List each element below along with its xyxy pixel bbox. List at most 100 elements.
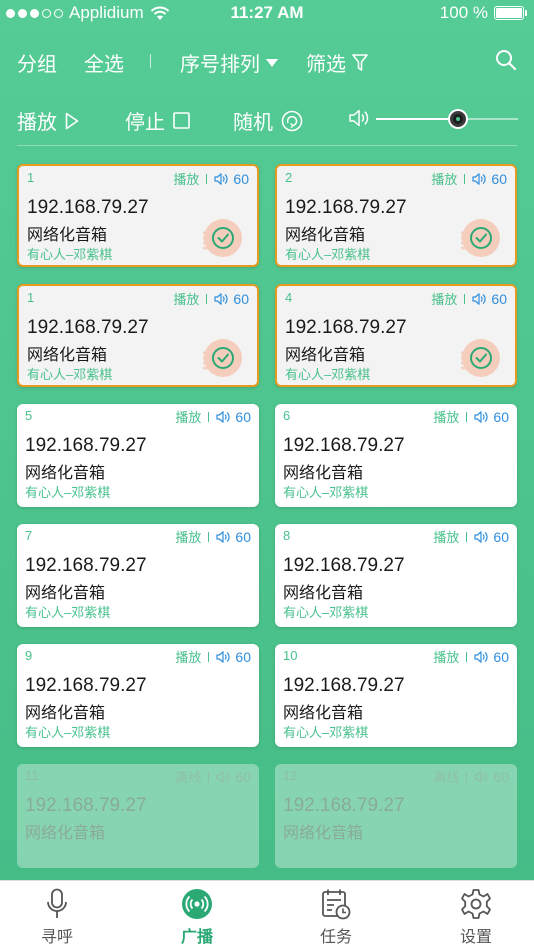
device-status: 播放 60 [175,407,251,426]
tab-settings-label: 设置 [459,929,492,946]
tab-paging[interactable]: 寻呼 [12,887,102,947]
device-number: 12 [283,768,298,783]
device-card[interactable]: 8 播放 60 192.168.79.27 网络化音箱 有心人–邓紫棋 [275,524,517,627]
device-state: 播放 [433,650,460,665]
device-ip: 192.168.79.27 [27,197,149,218]
toolbar: 分组 全选 序号排列 筛选 [0,42,534,80]
device-volume: 60 [493,528,509,545]
device-name: 网络化音箱 [283,825,364,842]
tab-settings[interactable]: 设置 [431,887,521,947]
status-divider [208,651,210,662]
checkmark-icon [461,219,500,257]
device-owner: 有心人–邓紫棋 [285,247,371,262]
status-divider [464,173,466,184]
device-number: 1 [27,170,35,185]
checkmark-icon [461,339,500,377]
device-volume: 60 [235,768,251,785]
gear-icon [460,887,492,921]
device-ip: 192.168.79.27 [25,435,147,456]
device-card[interactable]: 11 离线 60 192.168.79.27 网络化音箱 [17,764,259,868]
device-card[interactable]: 2 播放 60 192.168.79.27 网络化音箱 有心人–邓紫棋 [275,164,517,267]
select-all-button[interactable]: 全选 [84,48,124,77]
status-divider [208,411,210,422]
volume-icon [472,292,486,305]
device-volume: 60 [233,290,249,307]
device-state: 播放 [431,292,458,307]
device-card[interactable]: 10 播放 60 192.168.79.27 网络化音箱 有心人–邓紫棋 [275,644,517,747]
play-button[interactable]: 播放 [17,106,79,135]
caret-down-icon [266,58,278,67]
device-volume: 60 [493,768,509,785]
sort-dropdown[interactable]: 序号排列 [180,48,278,77]
checkmark-icon [203,219,242,257]
device-ip: 192.168.79.27 [283,675,405,696]
device-ip: 192.168.79.27 [25,675,147,696]
broadcast-icon [181,887,213,921]
device-status: 播放 60 [175,647,251,666]
device-ip: 192.168.79.27 [285,317,407,338]
device-state: 播放 [175,650,202,665]
battery-icon [494,6,527,20]
divider [17,145,517,146]
volume-icon [216,410,230,423]
device-owner: 有心人–邓紫棋 [27,247,113,262]
status-divider [466,411,468,422]
search-button[interactable] [495,49,517,71]
device-ip: 192.168.79.27 [283,435,405,456]
device-card[interactable]: 6 播放 60 192.168.79.27 网络化音箱 有心人–邓紫棋 [275,404,517,507]
status-divider [466,651,468,662]
device-card[interactable]: 1 播放 60 192.168.79.27 网络化音箱 有心人–邓紫棋 [17,164,259,267]
stop-label: 停止 [125,112,165,134]
play-label: 播放 [17,112,57,134]
play-icon [65,112,79,129]
device-name: 网络化音箱 [25,825,106,842]
device-status: 播放 60 [431,289,507,308]
sort-label: 序号排列 [180,54,260,76]
status-bar: Applidium 11:27 AM 100 % [0,0,534,28]
device-number: 9 [25,648,33,663]
device-status: 播放 60 [175,527,251,546]
device-card[interactable]: 9 播放 60 192.168.79.27 网络化音箱有心人–邓紫棋 [17,644,259,747]
random-button[interactable]: 随机 [233,106,303,135]
tab-bar: 寻呼 广播 任务 设置 [0,880,534,950]
device-card[interactable]: 5 播放 60 192.168.79.27 网络化音箱 有心人–邓紫棋 [17,404,259,507]
battery-percent: 100 % [439,3,488,22]
device-name: 网络化音箱 [283,585,364,602]
volume-slider-fill [376,118,459,120]
device-volume: 60 [491,290,507,307]
device-status: 播放 60 [433,407,509,426]
device-volume: 60 [493,408,509,425]
stop-button[interactable]: 停止 [125,106,190,135]
volume-icon [474,770,488,783]
device-card[interactable]: 7 播放 60 192.168.79.27 网络化音箱 有心人–邓紫棋 [17,524,259,627]
tab-broadcast[interactable]: 广播 [152,887,242,947]
device-owner: 有心人–邓紫棋 [25,725,111,740]
device-name: 网络化音箱 [25,705,106,722]
device-state: 播放 [175,530,202,545]
device-name: 网络化音箱 [25,585,106,602]
device-state: 播放 [173,172,200,187]
device-number: 8 [283,528,291,543]
filter-button[interactable]: 筛选 [306,48,368,77]
device-card[interactable]: 4 播放 60 192.168.79.27 网络化音箱 有心人–邓紫棋 [275,284,517,387]
tab-tasks-label: 任务 [319,929,352,946]
tab-tasks[interactable]: 任务 [291,887,381,947]
device-name: 网络化音箱 [27,227,108,244]
filter-icon [352,53,368,71]
status-divider [208,531,210,542]
volume-icon [214,172,228,185]
tab-broadcast-label: 广播 [180,929,213,946]
tab-paging-label: 寻呼 [40,929,73,946]
group-button[interactable]: 分组 [17,48,57,77]
device-number: 11 [25,768,39,783]
volume-slider[interactable] [376,111,518,127]
device-state: 播放 [431,172,458,187]
volume-icon [214,292,228,305]
device-number: 7 [25,528,33,543]
status-divider [466,771,468,782]
device-status: 播放 60 [433,527,509,546]
device-name: 网络化音箱 [25,465,106,482]
device-card[interactable]: 1 播放 60 192.168.79.27 网络化音箱 有心人–邓紫棋 [17,284,259,387]
device-volume: 60 [235,408,251,425]
device-card[interactable]: 12 离线 60 192.168.79.27 网络化音箱 [275,764,517,868]
